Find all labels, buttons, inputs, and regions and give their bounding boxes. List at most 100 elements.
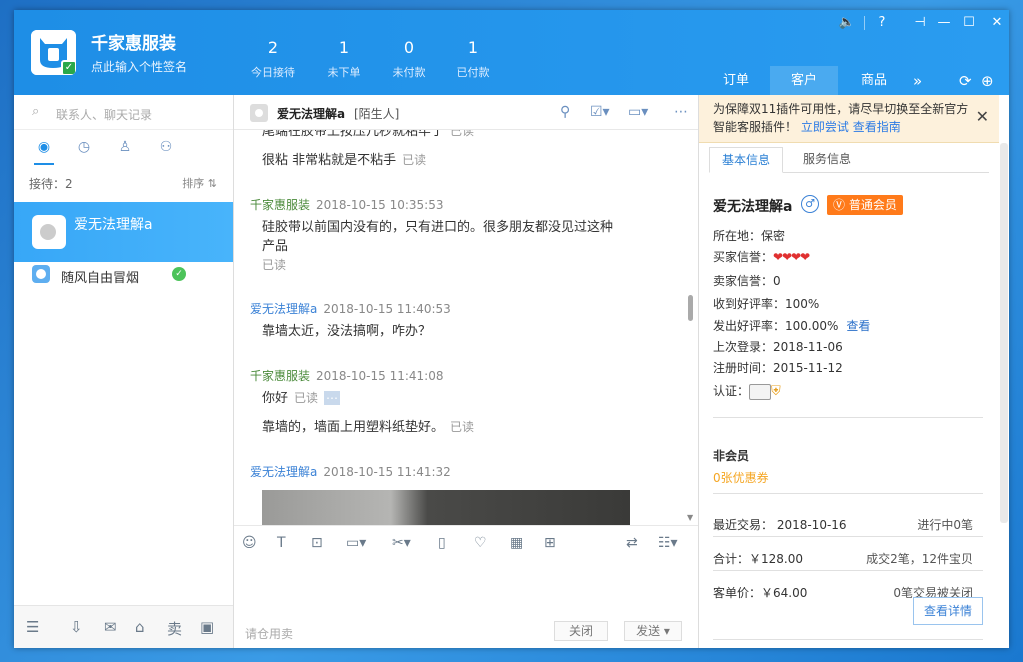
emoji-icon[interactable]: ☺ [242, 535, 257, 551]
chat-bubble-icon[interactable]: ◉ [34, 139, 54, 165]
menu-icon[interactable]: ☰ [26, 618, 39, 636]
id-card-icon [749, 383, 772, 400]
tab-service-info[interactable]: 服务信息 [791, 147, 863, 173]
group-icon[interactable]: ⚇ [156, 139, 176, 159]
plugin-notice: 为保障双11插件可用性，请尽早切换至全新官方智能客服插件！ 立即尝试 查看指南 … [699, 95, 999, 143]
check-icon: ✓ [172, 267, 186, 281]
avatar [32, 265, 50, 283]
add-icon[interactable]: ⊕ [981, 72, 994, 90]
close-button[interactable]: 关闭 [554, 621, 608, 641]
tab-basic-info[interactable]: 基本信息 [709, 147, 784, 173]
divider [713, 639, 983, 640]
certification: 认证： ⛨ [713, 383, 781, 400]
pin-icon[interactable]: ⊣ [910, 15, 930, 30]
message: 很粘 非常粘就是不粘手 已读 [262, 153, 427, 168]
shop-logo[interactable]: ✓ [31, 30, 76, 75]
location: 所在地：保密 [713, 229, 786, 243]
close-icon[interactable]: ✕ [987, 15, 1007, 30]
divider [864, 16, 865, 30]
refresh-icon[interactable]: ⟳ [959, 72, 972, 90]
mail-icon[interactable]: ✉ [104, 618, 117, 636]
download-icon[interactable]: ⇩ [70, 618, 83, 636]
contact-search[interactable]: ⌕ 联系人、聊天记录 [14, 95, 233, 130]
avatar [32, 215, 66, 249]
message-sender: 爱无法理解a 2018-10-15 11:41:32 [250, 465, 451, 479]
receiving-count: 接待：2 [29, 177, 73, 191]
qianniu-window: ✓ 千家惠服装 点此输入个性签名 2 今日接待 1 未下单 0 未付款 1 已付款 🔈 … [14, 10, 1009, 648]
contact-pane: ⌕ 联系人、聊天记录 ◉ ◷ ♙ ⚇ 接待：2 排序 ⇅ 爱无法理解a 随风自由… [14, 95, 234, 648]
message-input[interactable]: 请仓用卖 关闭 发送 ▾ [234, 559, 698, 648]
coupon-icon[interactable]: ⊞ [544, 535, 556, 551]
volume-icon[interactable]: 🔈 [837, 15, 857, 30]
left-bottom-bar: ☰ ⇩ ✉ ⌂ 卖 ▣ [14, 605, 233, 648]
tab-customers[interactable]: 客户 [770, 66, 838, 95]
coupon-count[interactable]: 0张优惠券 [713, 469, 769, 486]
stat-paid[interactable]: 1 已付款 [438, 38, 508, 80]
view-guide-link[interactable]: 查看指南 [853, 120, 901, 134]
buyer-credit: 买家信誉：❤❤❤❤ [713, 250, 810, 264]
contact-item[interactable]: 随风自由冒烟 ✓ [14, 257, 233, 293]
chat-scrollbar[interactable] [688, 295, 693, 321]
sent-rating: 发出好评率：100.00% 查看 [713, 319, 871, 333]
more-icon[interactable]: » [913, 72, 922, 90]
register-time: 注册时间：2015-11-12 [713, 361, 843, 375]
customer-info-pane: 为保障双11插件可用性，请尽早切换至全新官方智能客服插件！ 立即尝试 查看指南 … [698, 95, 1009, 648]
history-icon[interactable]: ☷▾ [658, 535, 678, 551]
customer-name: 爱无法理解a [713, 199, 793, 215]
clock-icon[interactable]: ◷ [74, 139, 94, 159]
add-contact-icon[interactable]: ⚲ [560, 104, 570, 120]
scroll-down-icon[interactable]: ▼ [687, 513, 693, 522]
message-sender: 爱无法理解a 2018-10-15 11:40:53 [250, 302, 451, 316]
divider [713, 417, 983, 418]
male-icon: ♂ [801, 195, 819, 213]
stat-today[interactable]: 2 今日接待 [238, 38, 308, 80]
shop-name: 千家惠服装 [91, 34, 176, 54]
sell-icon[interactable]: 卖 [167, 618, 182, 639]
divider [713, 570, 983, 571]
app-header: ✓ 千家惠服装 点此输入个性签名 2 今日接待 1 未下单 0 未付款 1 已付款 🔈 … [14, 10, 1009, 95]
signature-field[interactable]: 点此输入个性签名 [91, 58, 187, 75]
contact-item-active[interactable]: 爱无法理解a [14, 202, 233, 262]
divider [713, 493, 983, 494]
message: 你好 已读 ⋯ [262, 391, 341, 406]
view-link[interactable]: 查看 [846, 319, 870, 333]
message: 靠墙的，墙面上用塑料纸垫好。 已读 [262, 420, 475, 435]
view-details-button[interactable]: 查看详情 [913, 597, 983, 625]
info-scrollbar[interactable] [1000, 143, 1008, 523]
font-icon[interactable]: T [277, 535, 286, 551]
maximize-icon[interactable]: ☐ [959, 15, 979, 30]
more-icon: ⋯ [324, 391, 341, 405]
search-icon: ⌕ [32, 104, 40, 119]
chat-contact-name: 爱无法理解a [277, 107, 346, 121]
minimize-icon[interactable]: — [934, 15, 954, 30]
video-icon[interactable]: ▭▾ [628, 104, 648, 120]
person-icon[interactable]: ♙ [115, 139, 135, 159]
contact-tabs: ◉ ◷ ♙ ⚇ [14, 135, 233, 165]
message: 硅胶带以前国内没有的，只有进口的。很多朋友都没见过这种 产品 已读 [262, 220, 614, 272]
sort-button[interactable]: 排序 ⇅ [182, 175, 217, 191]
help-icon[interactable]: ? [872, 15, 892, 30]
message-image[interactable] [262, 490, 630, 525]
window-icon[interactable]: ▣ [200, 618, 214, 636]
calculator-icon[interactable]: ▦ [510, 535, 523, 551]
close-icon[interactable]: ✕ [976, 107, 989, 126]
transfer-icon[interactable]: ☑▾ [590, 104, 610, 120]
folder-icon[interactable]: ▭▾ [346, 535, 366, 551]
screenshot-icon[interactable]: ⊡ [311, 535, 323, 551]
non-member-label: 非会员 [713, 449, 750, 463]
transfer-icon[interactable]: ⇄ [626, 535, 638, 551]
tab-orders[interactable]: 订单 [702, 66, 770, 95]
heart-icon: ❤❤❤❤ [773, 250, 810, 264]
more-icon[interactable]: ⋯ [674, 104, 688, 120]
stat-no-order[interactable]: 1 未下单 [309, 38, 379, 80]
notice-text: 为保障双11插件可用性，请尽早切换至全新官方智能客服插件！ 立即尝试 查看指南 [713, 102, 969, 134]
tab-products[interactable]: 商品 [840, 66, 908, 95]
try-now-link[interactable]: 立即尝试 [801, 120, 849, 134]
stat-unpaid[interactable]: 0 未付款 [374, 38, 444, 80]
heart-icon[interactable]: ♡ [474, 535, 487, 551]
phrase-icon[interactable]: ▯ [438, 535, 446, 551]
send-button[interactable]: 发送 ▾ [624, 621, 682, 641]
message-sender: 千家惠服装 2018-10-15 11:41:08 [250, 369, 444, 383]
store-icon[interactable]: ⌂ [135, 618, 145, 636]
scissors-icon[interactable]: ✂▾ [392, 535, 411, 551]
